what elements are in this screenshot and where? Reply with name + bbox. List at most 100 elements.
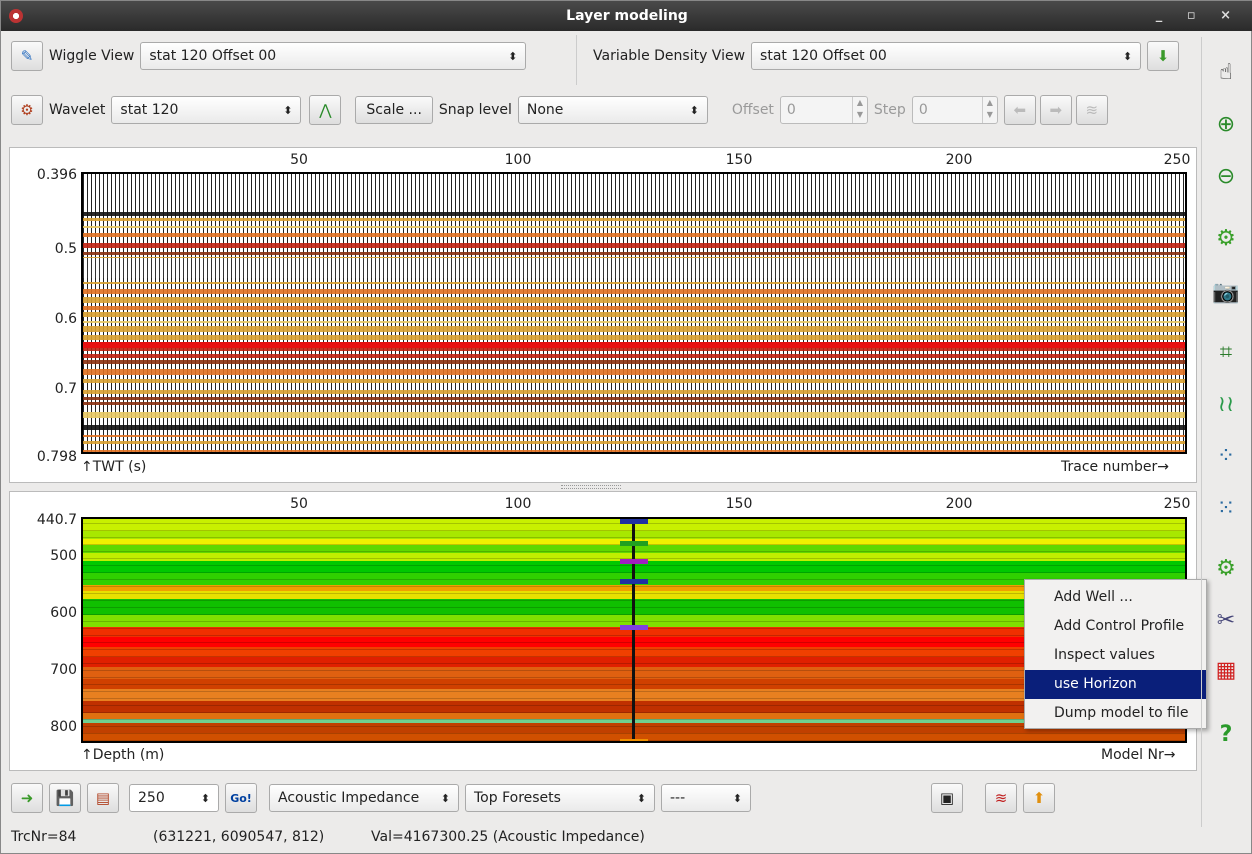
- up-button[interactable]: ⬆: [1023, 783, 1055, 813]
- wave-layers-icon: ≋: [994, 789, 1008, 807]
- wavelet-select[interactable]: stat 120 ⬍: [111, 96, 302, 124]
- seismic-band: [83, 425, 1185, 430]
- updown-icon: ⬍: [689, 103, 699, 117]
- menu-dump-model[interactable]: Dump model to file: [1025, 699, 1206, 728]
- chart-button[interactable]: ⌗: [1201, 327, 1251, 377]
- window-controls[interactable]: _ ▫ ×: [1156, 1, 1241, 31]
- horizon-value: Top Foresets: [474, 790, 561, 806]
- horizon-select[interactable]: Top Foresets ⬍: [465, 784, 655, 812]
- menu-add-well[interactable]: Add Well ...: [1025, 583, 1206, 612]
- open-icon: ➜: [20, 789, 34, 807]
- step-spinbox[interactable]: 0 ▲ ▼: [911, 96, 998, 124]
- camera-icon: 📷: [1212, 279, 1240, 305]
- pan-button[interactable]: ☝: [1201, 47, 1251, 97]
- seismic-band: [83, 326, 1185, 332]
- extra-select[interactable]: --- ⬍: [661, 784, 751, 812]
- seismic-ytick: 0.396: [36, 167, 77, 183]
- edit-model-button[interactable]: ▤: [87, 783, 119, 813]
- model-ytick: 700: [50, 662, 77, 678]
- offset-spinbox[interactable]: 0 ▲ ▼: [779, 96, 868, 124]
- nr-models-spinbox[interactable]: 250 ⬍: [129, 784, 219, 812]
- tools-button[interactable]: ✂: [1201, 595, 1251, 645]
- model-xtick: 100: [504, 496, 532, 512]
- wiggle-view-value: stat 120 Offset 00: [149, 48, 277, 64]
- go-button[interactable]: Go!: [225, 783, 257, 813]
- snapshot-button[interactable]: 📷: [1201, 267, 1251, 317]
- seismic-band: [83, 243, 1185, 248]
- seismic-band: [83, 226, 1185, 228]
- status-coords: (631221, 6090547, 812): [153, 829, 325, 845]
- wavelet-button[interactable]: ⚙: [11, 95, 43, 125]
- wiggle-settings-button[interactable]: ✎: [11, 41, 43, 71]
- extra-value: ---: [670, 790, 686, 806]
- model-xtick: 150: [725, 496, 753, 512]
- frame-button[interactable]: ▣: [931, 783, 963, 813]
- prev-button[interactable]: ⬅: [1003, 95, 1036, 125]
- updown-icon: ⬍: [283, 103, 293, 117]
- help-icon: ?: [1219, 721, 1233, 747]
- seismic-band: [83, 218, 1185, 221]
- settings-button[interactable]: ⚙: [1201, 213, 1251, 263]
- seismic-wiggle-plot[interactable]: [81, 172, 1187, 454]
- settings-gear-icon: ⚙: [1216, 225, 1236, 251]
- snap-level-select[interactable]: None ⬍: [517, 96, 708, 124]
- layers-button[interactable]: ▦: [1201, 645, 1251, 695]
- seismic-ytick: 0.6: [54, 311, 77, 327]
- seismic-ylabel-text: TWT (s): [92, 459, 147, 475]
- seismic-xlabel: Trace number→: [1061, 459, 1169, 475]
- layers-gen-button[interactable]: ≋: [985, 783, 1017, 813]
- next-button[interactable]: ➡: [1039, 95, 1072, 125]
- updown-icon: ⬍: [636, 791, 646, 805]
- model-ytick: 440.7: [36, 512, 77, 528]
- model-ylabel-text: Depth (m): [92, 747, 165, 763]
- nr-models-value: 250: [138, 790, 165, 806]
- zoom-in-button[interactable]: ⊕: [1201, 99, 1251, 149]
- app-icon[interactable]: [9, 9, 23, 23]
- seismic-band: [83, 233, 1185, 237]
- bottom-toolbar: ➜ 💾 ▤ 250 ⬍ Go! Acoustic Impedance ⬍ Top F…: [11, 783, 751, 813]
- seismic-ytick: 0.5: [54, 241, 77, 257]
- seismic-band: [83, 321, 1185, 323]
- context-menu: Add Well ... Add Control Profile Inspect…: [1024, 579, 1207, 729]
- menu-inspect-values[interactable]: Inspect values: [1025, 641, 1206, 670]
- gear-button[interactable]: ⚙: [1201, 543, 1251, 593]
- seismic-band: [83, 402, 1185, 405]
- animate-button[interactable]: ≋: [1075, 95, 1108, 125]
- seismic-xlabel-text: Trace number: [1061, 459, 1158, 475]
- seismic-ytick: 0.798: [36, 449, 77, 465]
- well-marker: [620, 625, 648, 630]
- vd-export-button[interactable]: ⬇: [1147, 41, 1180, 71]
- toolbar-wavelet: ⚙ Wavelet stat 120 ⬍ ⋀ Scale ... Snap lev…: [11, 95, 1108, 125]
- seismic-ytick: 0.7: [54, 381, 77, 397]
- help-button[interactable]: ?: [1201, 709, 1251, 759]
- seismic-band: [83, 360, 1185, 364]
- property-select[interactable]: Acoustic Impedance ⬍: [269, 784, 459, 812]
- step-value: 0: [918, 102, 928, 118]
- menu-use-horizon[interactable]: use Horizon: [1025, 670, 1206, 699]
- well-marker: [620, 519, 648, 524]
- splitter-handle[interactable]: [561, 485, 621, 489]
- wiggle-toggle-button[interactable]: ≀≀: [1201, 379, 1251, 429]
- well-marker: [620, 541, 648, 546]
- seismic-band: [83, 379, 1185, 383]
- hand-icon: ☝: [1219, 59, 1233, 85]
- zoom-out-button[interactable]: ⊖: [1201, 151, 1251, 201]
- edit-model-icon: ▤: [95, 789, 111, 807]
- open-button[interactable]: ➜: [11, 783, 43, 813]
- well-marker: [620, 739, 648, 741]
- tools-icon: ✂: [1216, 607, 1236, 633]
- scale-button[interactable]: Scale ...: [355, 96, 433, 124]
- scatter-alt-button[interactable]: ⁙: [1201, 483, 1251, 533]
- layer-model-plot[interactable]: [81, 517, 1187, 743]
- vd-view-select[interactable]: stat 120 Offset 00 ⬍: [751, 42, 1142, 70]
- wavelet-edit-button[interactable]: ⋀: [309, 95, 342, 125]
- offset-value: 0: [786, 102, 796, 118]
- menu-add-control-profile[interactable]: Add Control Profile: [1025, 612, 1206, 641]
- wiggle-view-select[interactable]: stat 120 Offset 00 ⬍: [140, 42, 527, 70]
- scatter-button[interactable]: ⁘: [1201, 431, 1251, 481]
- status-trcnr: TrcNr=84: [11, 829, 77, 845]
- scatter-alt-icon: ⁙: [1216, 495, 1236, 521]
- save-button[interactable]: 💾: [49, 783, 81, 813]
- seismic-band: [83, 312, 1185, 317]
- stripes-icon: ≋: [1085, 101, 1099, 119]
